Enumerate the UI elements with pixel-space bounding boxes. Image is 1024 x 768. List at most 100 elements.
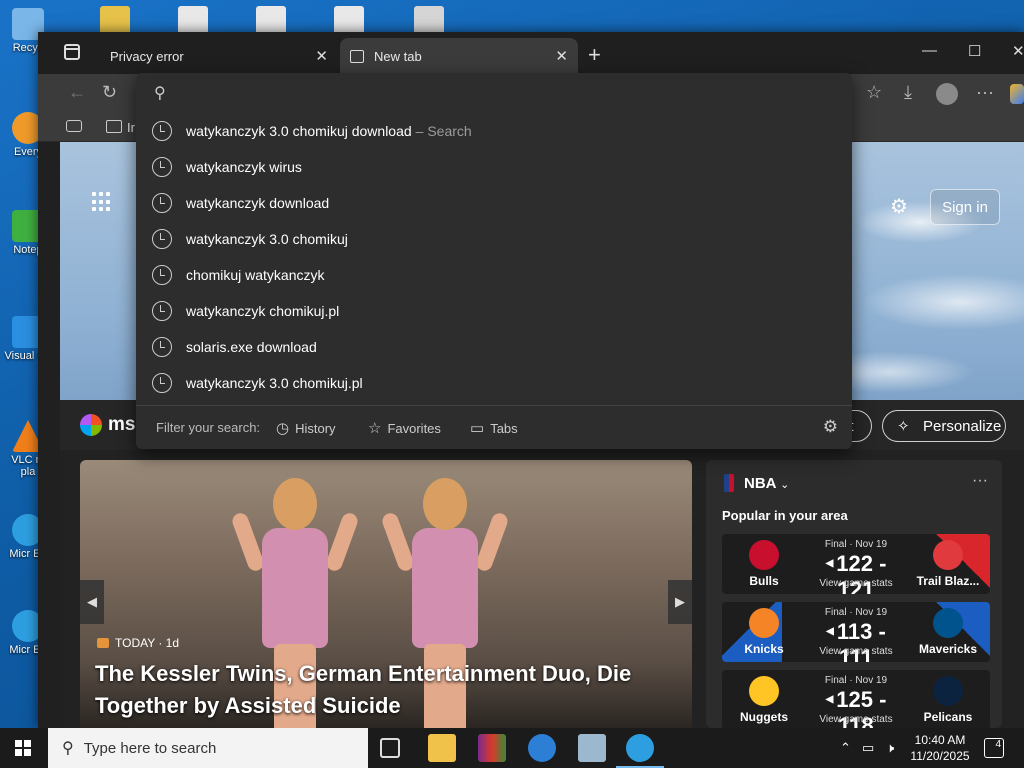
suggestion-item[interactable]: watykanczyk download (136, 185, 852, 221)
chevron-up-icon[interactable]: ⌃ (840, 740, 851, 756)
volume-muted-icon[interactable]: 🕨 (886, 740, 894, 756)
nba-scores-card: NBA ⌄ ··· Popular in your area Bulls Tra… (706, 460, 1002, 728)
suggestion-text: solaris.exe download (186, 339, 317, 355)
suggestion-text: chomikuj watykanczyk (186, 267, 325, 283)
knicks-logo-icon (749, 608, 779, 638)
new-tab-page-icon (350, 49, 364, 63)
start-button[interactable] (15, 740, 31, 756)
nba-title-text: NBA (744, 475, 776, 492)
favorites-star-icon[interactable]: ☆ (866, 82, 882, 103)
filter-history-button[interactable]: ◷ History (276, 419, 336, 437)
minimize-icon[interactable]: — (922, 42, 937, 59)
suggestion-item[interactable]: watykanczyk 3.0 chomikuj download – Searc… (136, 113, 852, 149)
suggestion-text: watykanczyk download (186, 195, 330, 211)
close-window-icon[interactable]: ✕ (1012, 42, 1024, 60)
profile-avatar[interactable] (936, 83, 958, 105)
winrar-icon[interactable] (478, 734, 506, 762)
taskbar: ⚲ Type here to search ⌃ ▭ 🕨 10:40 AM 11/… (0, 728, 1024, 768)
filter-favorites-button[interactable]: ☆ Favorites (368, 419, 441, 437)
gear-icon[interactable]: ⚙ (823, 417, 838, 437)
suggestion-text: watykanczyk chomikuj.pl (186, 303, 340, 319)
sign-in-button[interactable]: Sign in (930, 189, 1000, 225)
page-settings-gear-icon[interactable]: ⚙ (890, 194, 908, 219)
suggestion-item[interactable]: chomikuj watykanczyk (136, 257, 852, 293)
winner-arrow-icon: ◀ (825, 694, 834, 705)
suggestion-item[interactable]: watykanczyk 3.0 chomikuj.pl (136, 365, 852, 401)
history-icon: ◷ (276, 420, 290, 437)
filter-favorites-label: Favorites (387, 420, 441, 436)
import-favorites-icon[interactable] (106, 120, 122, 133)
chevron-down-icon: ⌄ (780, 479, 790, 491)
carousel-next-icon[interactable]: ▶ (668, 580, 692, 624)
filter-tabs-label: Tabs (490, 420, 518, 436)
away-team: Trail Blaz... (916, 574, 980, 588)
history-icon (152, 337, 172, 357)
taskbar-search-box[interactable]: ⚲ Type here to search (48, 728, 368, 768)
history-icon (152, 157, 172, 177)
view-game-stats-link[interactable]: View game stats (806, 714, 906, 725)
nuggets-logo-icon (749, 676, 779, 706)
favorites-bar-item[interactable]: Ir (127, 120, 135, 135)
nba-game-row[interactable]: Bulls Trail Blaz... Final · Nov 19 ◀ 122 … (722, 534, 990, 594)
suggestion-suffix: – Search (415, 123, 472, 139)
nba-title[interactable]: NBA ⌄ (744, 475, 789, 492)
network-icon[interactable]: ▭ (862, 740, 874, 756)
address-bar-dropdown: ⚲ watykanczyk 3.0 chomikuj download – Sea… (136, 73, 852, 449)
sparkle-icon: ✧ (897, 418, 910, 435)
close-icon[interactable]: ✕ (555, 47, 568, 65)
search-icon: ⚲ (62, 740, 74, 757)
hero-news-card[interactable]: ◀ ▶ TODAY · 1d The Kessler Twins, German… (80, 460, 692, 728)
bulls-logo-icon (749, 540, 779, 570)
collections-icon[interactable] (66, 120, 82, 132)
tab-new-tab[interactable]: New tab ✕ (340, 38, 578, 74)
history-icon (152, 229, 172, 249)
new-tab-button[interactable]: + (588, 42, 601, 68)
refresh-icon[interactable]: ↻ (102, 82, 117, 103)
carousel-prev-icon[interactable]: ◀ (80, 580, 104, 624)
close-icon[interactable]: ✕ (315, 47, 328, 65)
tab-privacy-error[interactable]: Privacy error ✕ (100, 38, 338, 74)
msn-logo[interactable]: ms (80, 414, 135, 436)
view-game-stats-link[interactable]: View game stats (806, 578, 906, 589)
history-icon (152, 373, 172, 393)
more-options-icon[interactable]: ··· (976, 82, 994, 103)
search-icon: ⚲ (154, 85, 166, 102)
internet-explorer-icon[interactable] (528, 734, 556, 762)
history-icon (152, 121, 172, 141)
copilot-icon[interactable] (1010, 84, 1024, 104)
nba-game-row[interactable]: Knicks Mavericks Final · Nov 19 ◀ 113 - 1… (722, 602, 990, 662)
suggestion-text: watykanczyk wirus (186, 159, 302, 175)
downloads-icon[interactable]: ⤓ (904, 82, 912, 103)
more-options-icon[interactable]: ··· (972, 472, 988, 490)
winner-arrow-icon: ◀ (825, 558, 834, 569)
clock[interactable]: 10:40 AM 11/20/2025 (908, 732, 972, 764)
nba-game-row[interactable]: Nuggets Pelicans Final · Nov 19 ◀ 125 - 1… (722, 670, 990, 728)
file-explorer-icon[interactable] (428, 734, 456, 762)
tab-actions-icon[interactable] (64, 44, 80, 60)
suggestion-item[interactable]: watykanczyk wirus (136, 149, 852, 185)
filter-history-label: History (295, 420, 336, 436)
clock-date: 11/20/2025 (910, 749, 970, 763)
nba-logo-icon (724, 474, 734, 492)
trail-blazers-logo-icon (933, 540, 963, 570)
personalize-button[interactable]: ✧ Personalize (882, 410, 1006, 442)
back-arrow-icon[interactable]: ← (68, 82, 86, 103)
game-status: Final · Nov 19 (824, 607, 888, 618)
view-game-stats-link[interactable]: View game stats (806, 646, 906, 657)
app-launcher-icon[interactable] (92, 192, 112, 212)
filter-tabs-button[interactable]: ▭ Tabs (470, 419, 518, 437)
maximize-icon[interactable]: ☐ (968, 42, 981, 60)
task-view-icon[interactable] (380, 738, 400, 758)
suggestion-text: watykanczyk 3.0 chomikuj (186, 231, 348, 247)
suggestion-item[interactable]: watykanczyk 3.0 chomikuj (136, 221, 852, 257)
history-icon (152, 193, 172, 213)
suggestion-text: watykanczyk 3.0 chomikuj download (186, 123, 412, 139)
suggestion-item[interactable]: watykanczyk chomikuj.pl (136, 293, 852, 329)
hero-source-text: TODAY · 1d (115, 636, 180, 650)
suggestion-item[interactable]: solaris.exe download (136, 329, 852, 365)
edge-taskbar-icon[interactable] (616, 734, 664, 768)
search-filter-bar: Filter your search: ◷ History ☆ Favorites … (136, 405, 852, 449)
control-panel-icon[interactable] (578, 734, 606, 762)
hero-headline[interactable]: The Kessler Twins, German Entertainment … (95, 658, 675, 722)
notification-center-icon[interactable]: 4 (984, 738, 1004, 758)
